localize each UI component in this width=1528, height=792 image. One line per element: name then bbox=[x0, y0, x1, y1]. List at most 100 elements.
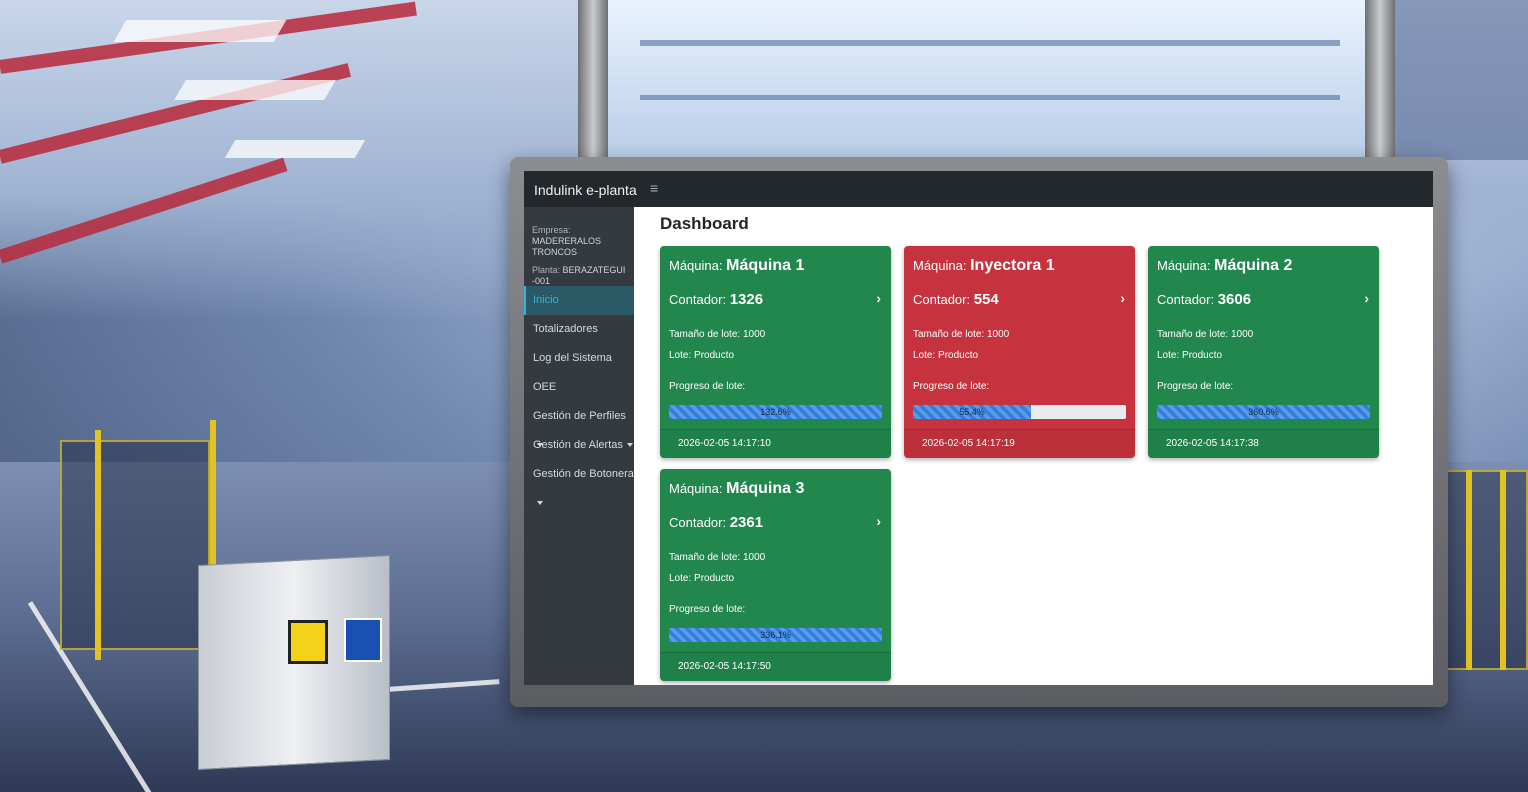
machine-label: Máquina: bbox=[1157, 258, 1211, 273]
factory-window bbox=[608, 0, 1368, 160]
sidebar-item-label: Gestión de Botonera bbox=[533, 468, 634, 480]
lot-size-label: Tamaño de lote: bbox=[913, 329, 985, 340]
machine-card[interactable]: Máquina: Máquina 2 Contador: 3606 › Tama… bbox=[1148, 246, 1379, 458]
sidebar: Empresa: MADERERALOS TRONCOS Planta: BER… bbox=[524, 207, 634, 685]
hamburger-icon[interactable]: ≡ bbox=[650, 180, 658, 196]
top-navbar: Indulink e-planta ≡ bbox=[524, 171, 1433, 207]
machine-label: Máquina: bbox=[913, 258, 967, 273]
card-timestamp: 2026-02-05 14:17:50 bbox=[660, 652, 891, 681]
lot-label: Lote: bbox=[1157, 350, 1180, 361]
counter-label: Contador: bbox=[1157, 292, 1215, 307]
sidebar-item-log[interactable]: Log del Sistema bbox=[524, 344, 634, 373]
lot-line: Lote: Producto bbox=[913, 350, 978, 361]
machine-name: Máquina 2 bbox=[1214, 257, 1293, 274]
lot-value: Producto bbox=[694, 350, 735, 361]
lot-size-value: 1000 bbox=[986, 329, 1010, 340]
counter-line: Contador: 2361 bbox=[669, 514, 763, 531]
info-sign-icon bbox=[344, 618, 382, 662]
lot-size-label: Tamaño de lote: bbox=[669, 329, 741, 340]
progress-label: Progreso de lote: bbox=[669, 381, 746, 392]
lot-size-value: 1000 bbox=[742, 552, 766, 563]
machine-card[interactable]: Máquina: Máquina 1 Contador: 1326 › Tama… bbox=[660, 246, 891, 458]
machine-name-line: Máquina: Inyectora 1 bbox=[913, 257, 1055, 275]
sidebar-item-label: OEE bbox=[533, 381, 557, 393]
lot-value: Producto bbox=[938, 350, 979, 361]
sidebar-item-alertas[interactable]: Gestión de Alertas bbox=[524, 431, 634, 460]
counter-value: 2361 bbox=[729, 514, 764, 531]
skylight bbox=[174, 80, 336, 100]
progress-label: Progreso de lote: bbox=[669, 604, 746, 615]
lot-size-line: Tamaño de lote: 1000 bbox=[669, 329, 765, 340]
chevron-right-icon[interactable]: › bbox=[876, 290, 881, 306]
lot-size-value: 1000 bbox=[742, 329, 766, 340]
card-timestamp: 2026-02-05 14:17:10 bbox=[660, 429, 891, 458]
sidebar-item-label: Gestión de Perfiles bbox=[533, 410, 626, 422]
chevron-right-icon[interactable]: › bbox=[876, 513, 881, 529]
warning-sign-icon bbox=[288, 620, 328, 664]
monitor-screen: Indulink e-planta ≡ Empresa: MADERERALOS… bbox=[524, 171, 1433, 685]
counter-value: 3606 bbox=[1217, 291, 1252, 308]
lot-progress-bar: 132.6% bbox=[669, 405, 882, 419]
skylight bbox=[224, 140, 366, 158]
progress-label: Progreso de lote: bbox=[1157, 381, 1234, 392]
caret-down-icon bbox=[537, 501, 543, 506]
machine-name: Inyectora 1 bbox=[970, 257, 1055, 274]
lot-progress-bar: 336.1% bbox=[669, 628, 882, 642]
progress-fill: 132.6% bbox=[669, 405, 882, 419]
chevron-right-icon[interactable]: › bbox=[1364, 290, 1369, 306]
lot-size-label: Tamaño de lote: bbox=[1157, 329, 1229, 340]
company-value: MADERERALOS TRONCOS bbox=[532, 236, 602, 257]
sidebar-item-label: Inicio bbox=[533, 294, 559, 306]
safety-fence bbox=[60, 440, 210, 650]
lot-size-label: Tamaño de lote: bbox=[669, 552, 741, 563]
caret-down-icon bbox=[626, 443, 633, 448]
sidebar-item-inicio[interactable]: Inicio bbox=[524, 286, 634, 315]
lot-size-value: 1000 bbox=[1230, 329, 1254, 340]
app-brand[interactable]: Indulink e-planta bbox=[534, 182, 637, 198]
card-timestamp: 2026-02-05 14:17:38 bbox=[1148, 429, 1379, 458]
yellow-post bbox=[95, 430, 101, 660]
machine-label: Máquina: bbox=[669, 481, 723, 496]
machine-card[interactable]: Máquina: Máquina 3 Contador: 2361 › Tama… bbox=[660, 469, 891, 681]
machine-name-line: Máquina: Máquina 3 bbox=[669, 480, 804, 498]
company-label: Empresa: bbox=[532, 225, 571, 235]
page-title: Dashboard bbox=[660, 214, 749, 233]
lot-label: Lote: bbox=[913, 350, 936, 361]
sidebar-item-botonera[interactable]: Gestión de Botonera bbox=[524, 460, 634, 506]
lot-label: Lote: bbox=[669, 350, 692, 361]
sidebar-item-perfiles[interactable]: Gestión de Perfiles bbox=[524, 402, 634, 448]
machine-label: Máquina: bbox=[669, 258, 723, 273]
lot-size-line: Tamaño de lote: 1000 bbox=[913, 329, 1009, 340]
counter-label: Contador: bbox=[669, 515, 727, 530]
lot-value: Producto bbox=[1182, 350, 1223, 361]
sidebar-item-label: Log del Sistema bbox=[533, 352, 612, 364]
sidebar-item-label: Totalizadores bbox=[533, 323, 598, 335]
chevron-right-icon[interactable]: › bbox=[1120, 290, 1125, 306]
ceiling-beam bbox=[640, 95, 1340, 100]
lot-size-line: Tamaño de lote: 1000 bbox=[669, 552, 765, 563]
lot-label: Lote: bbox=[669, 573, 692, 584]
counter-value: 554 bbox=[973, 291, 999, 308]
progress-label: Progreso de lote: bbox=[913, 381, 990, 392]
machine-name-line: Máquina: Máquina 1 bbox=[669, 257, 804, 275]
machine-card[interactable]: Máquina: Inyectora 1 Contador: 554 › Tam… bbox=[904, 246, 1135, 458]
counter-label: Contador: bbox=[669, 292, 727, 307]
counter-label: Contador: bbox=[913, 292, 971, 307]
counter-line: Contador: 554 bbox=[913, 291, 999, 308]
monitor-mount-pole bbox=[1365, 0, 1395, 165]
machine-name-line: Máquina: Máquina 2 bbox=[1157, 257, 1292, 275]
ceiling-beam bbox=[1380, 0, 1528, 160]
yellow-post bbox=[1500, 470, 1506, 670]
sidebar-item-totalizadores[interactable]: Totalizadores bbox=[524, 315, 634, 344]
lot-progress-bar: 360.6% bbox=[1157, 405, 1370, 419]
sidebar-item-label: Gestión de Alertas bbox=[533, 439, 623, 451]
safety-fence bbox=[1440, 470, 1528, 670]
sidebar-item-oee[interactable]: OEE bbox=[524, 373, 634, 402]
yellow-post bbox=[1466, 470, 1472, 670]
company-info: Empresa: MADERERALOS TRONCOS bbox=[524, 225, 634, 258]
ceiling-beam bbox=[640, 40, 1340, 46]
skylight bbox=[113, 20, 287, 42]
card-timestamp: 2026-02-05 14:17:19 bbox=[904, 429, 1135, 458]
lot-size-line: Tamaño de lote: 1000 bbox=[1157, 329, 1253, 340]
main-content: Dashboard Máquina: Máquina 1 Contador: 1… bbox=[634, 207, 1433, 685]
